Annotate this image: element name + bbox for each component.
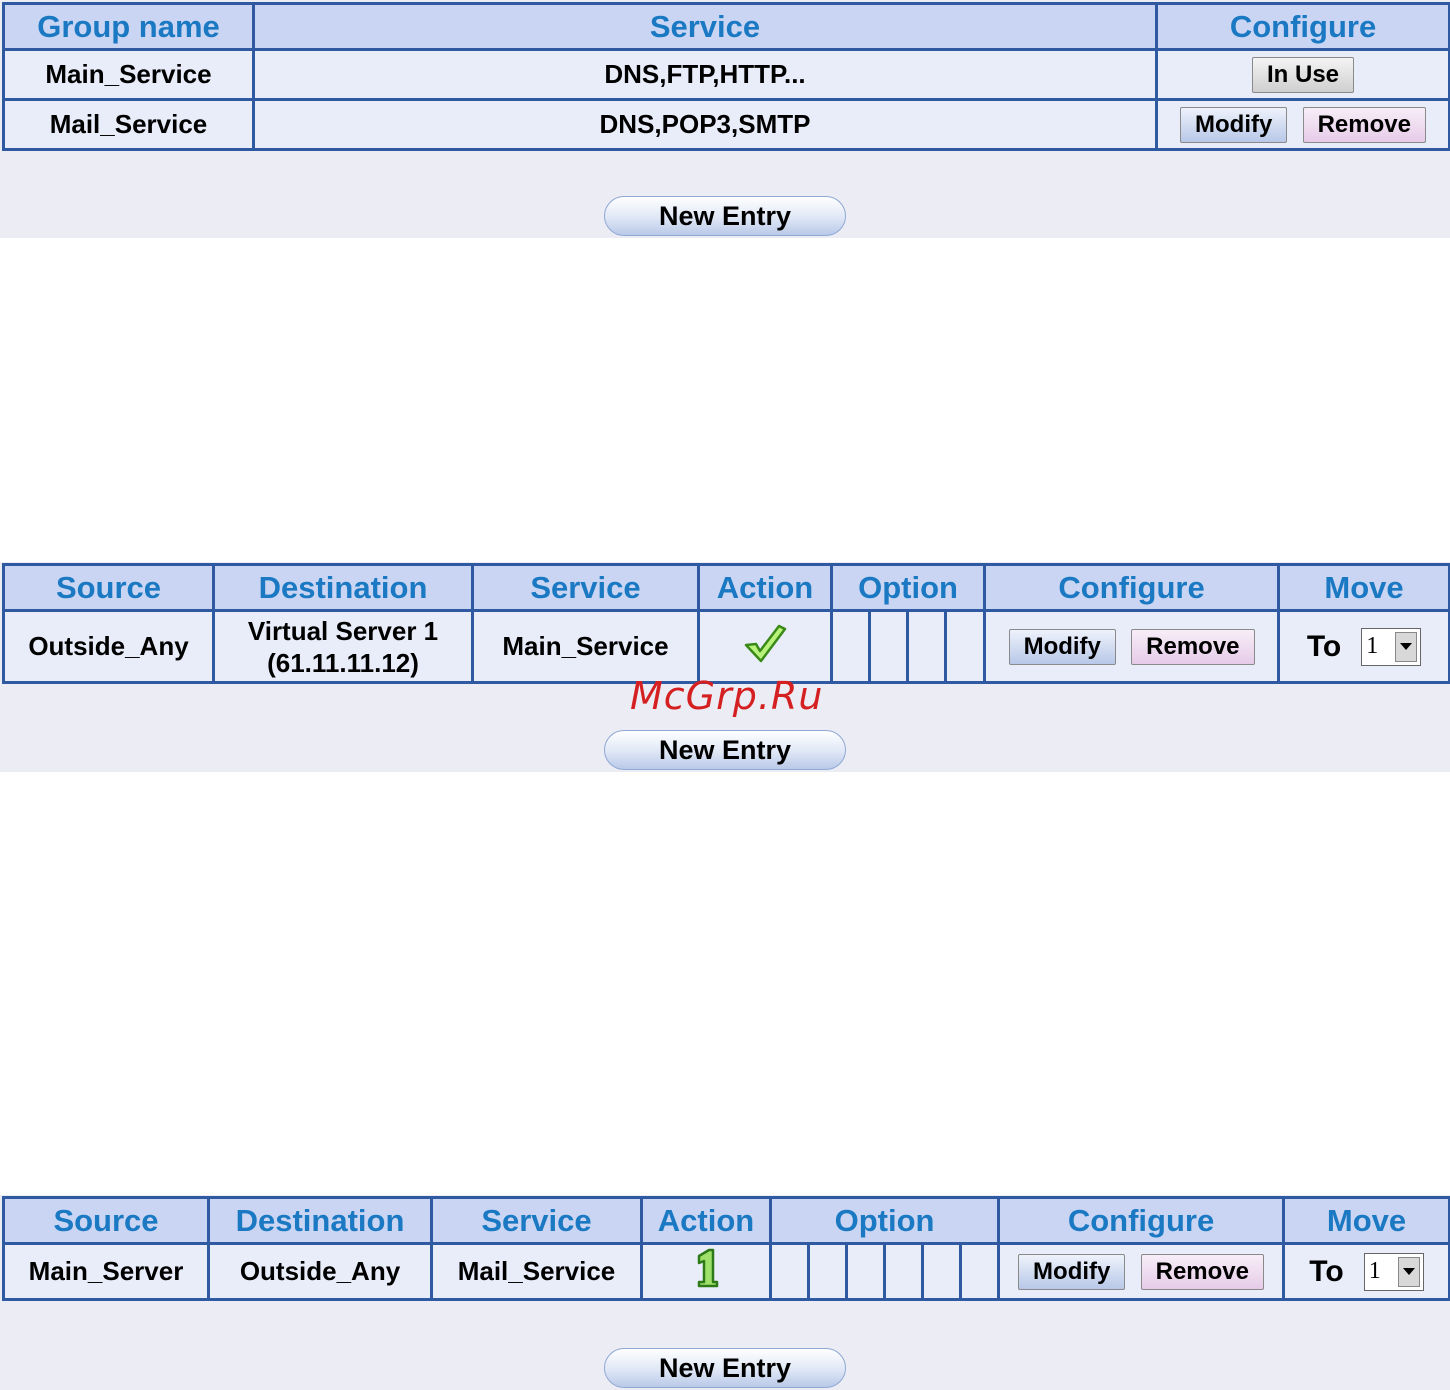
option-cell <box>830 609 871 684</box>
destination-cell: Virtual Server 1 (61.11.11.12) <box>212 609 474 684</box>
header-configure: Configure <box>983 563 1281 612</box>
header-configure: Configure <box>1155 2 1450 51</box>
configure-cell: Modify Remove <box>997 1242 1286 1301</box>
group-name-cell: Main_Service <box>2 48 255 101</box>
header-move: Move <box>1277 563 1450 612</box>
header-source: Source <box>2 563 215 612</box>
remove-button[interactable]: Remove <box>1140 1253 1264 1290</box>
action-cell <box>640 1242 772 1301</box>
outbound-policy-table: Source Destination Service Action Option… <box>2 1196 1450 1301</box>
destination-ip: (61.11.11.12) <box>267 647 419 678</box>
header-option: Option <box>768 1196 1001 1245</box>
action-cell <box>697 609 833 684</box>
option-cell <box>807 1242 848 1301</box>
checkmark-icon <box>744 624 787 663</box>
option-cell <box>883 1242 924 1301</box>
option-cell <box>943 609 987 684</box>
in-use-button[interactable]: In Use <box>1251 56 1355 93</box>
option-cell <box>921 1242 962 1301</box>
service-list-cell: DNS,POP3,SMTP <box>252 98 1158 151</box>
service-cell: Mail_Service <box>430 1242 643 1301</box>
move-position-value: 1 <box>1368 1258 1381 1284</box>
new-entry-button[interactable]: New Entry <box>604 196 846 236</box>
table-row: Outside_Any Virtual Server 1 (61.11.11.1… <box>2 609 1450 684</box>
configure-cell: Modify Remove <box>983 609 1281 684</box>
header-configure: Configure <box>997 1196 1286 1245</box>
dropdown-arrow-icon[interactable] <box>1395 631 1418 662</box>
remove-button[interactable]: Remove <box>1131 628 1255 665</box>
header-move: Move <box>1282 1196 1450 1245</box>
table-row: Mail_Service DNS,POP3,SMTP Modify Remove <box>2 98 1450 151</box>
priority-one-icon <box>697 1248 719 1288</box>
new-entry-button[interactable]: New Entry <box>604 1348 846 1388</box>
destination-name: Virtual Server 1 <box>247 615 439 646</box>
move-to-label: To <box>1309 1254 1344 1288</box>
header-action: Action <box>697 563 833 612</box>
option-cell <box>868 609 909 684</box>
option-cell <box>769 1242 810 1301</box>
new-entry-button[interactable]: New Entry <box>604 730 846 770</box>
modify-button[interactable]: Modify <box>1180 106 1288 143</box>
option-cell <box>906 609 947 684</box>
header-destination: Destination <box>212 563 474 612</box>
header-source: Source <box>2 1196 210 1245</box>
header-option: Option <box>829 563 987 612</box>
move-to-label: To <box>1306 629 1342 663</box>
configure-cell: In Use <box>1155 48 1450 101</box>
option-cell <box>958 1242 1001 1301</box>
header-destination: Destination <box>207 1196 433 1245</box>
destination-cell: Outside_Any <box>207 1242 433 1301</box>
remove-button[interactable]: Remove <box>1302 106 1426 143</box>
table-row: Main_Service DNS,FTP,HTTP... In Use <box>2 48 1450 101</box>
move-position-value: 1 <box>1366 633 1379 659</box>
modify-button[interactable]: Modify <box>1018 1253 1126 1290</box>
source-cell: Main_Server <box>2 1242 210 1301</box>
header-service: Service <box>430 1196 643 1245</box>
service-group-table: Group name Service Configure Main_Servic… <box>2 2 1450 151</box>
modify-button[interactable]: Modify <box>1008 628 1116 665</box>
group-name-cell: Mail_Service <box>2 98 255 151</box>
header-action: Action <box>640 1196 772 1245</box>
move-position-select[interactable]: 1 <box>1363 1252 1424 1291</box>
move-cell: To 1 <box>1277 609 1450 684</box>
source-cell: Outside_Any <box>2 609 215 684</box>
inbound-policy-table: Source Destination Service Action Option… <box>2 563 1450 684</box>
table-row: Main_Server Outside_Any Mail_Service Mod… <box>2 1242 1450 1301</box>
service-list-cell: DNS,FTP,HTTP... <box>252 48 1158 101</box>
watermark-text: McGrp.Ru <box>630 674 824 718</box>
configure-cell: Modify Remove <box>1155 98 1450 151</box>
move-cell: To 1 <box>1282 1242 1450 1301</box>
service-cell: Main_Service <box>471 609 700 684</box>
header-group-name: Group name <box>2 2 255 51</box>
header-service: Service <box>471 563 700 612</box>
dropdown-arrow-icon[interactable] <box>1397 1256 1420 1287</box>
header-service: Service <box>252 2 1158 51</box>
move-position-select[interactable]: 1 <box>1361 627 1422 666</box>
option-cell <box>845 1242 886 1301</box>
